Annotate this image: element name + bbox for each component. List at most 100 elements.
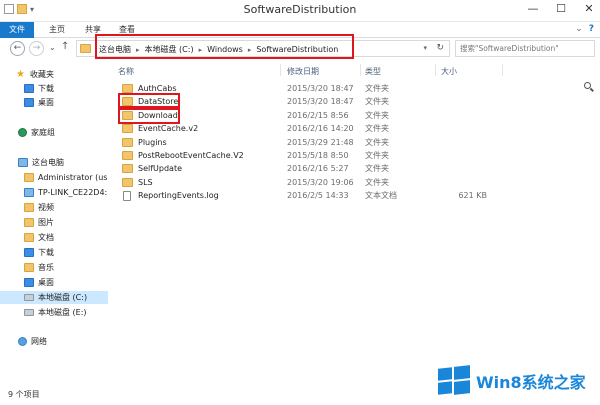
file-date: 2015/3/20 18:47 <box>287 97 354 107</box>
nav-label: 音乐 <box>38 263 54 272</box>
nav-network[interactable]: 网络 <box>18 335 47 348</box>
nav-label: 本地磁盘 (E:) <box>38 308 87 317</box>
desktop-icon <box>24 98 34 107</box>
nav-homegroup[interactable]: 家庭组 <box>18 126 55 139</box>
star-icon: ★ <box>16 68 25 80</box>
file-date: 2016/2/5 14:33 <box>287 191 349 201</box>
file-row[interactable]: Plugins 2015/3/29 21:48 文件夹 <box>112 136 598 149</box>
column-header-size[interactable]: 大小 <box>441 66 457 77</box>
window-title: SoftwareDistribution <box>243 3 357 16</box>
column-divider[interactable] <box>502 64 503 76</box>
watermark-text: Win8系统之家 <box>476 373 586 392</box>
item-count: 9 个项目 <box>8 390 40 399</box>
file-type: 文件夹 <box>365 84 389 93</box>
music-icon <box>24 263 34 272</box>
ribbon-expand-icon[interactable]: ⌄ <box>575 24 583 34</box>
nav-pc-item[interactable]: 视频 <box>24 201 54 214</box>
file-name-cell[interactable]: ReportingEvents.log <box>122 189 219 202</box>
folder-icon <box>80 44 91 53</box>
nav-fav-downloads[interactable]: 下载 <box>24 82 54 95</box>
network-device-icon <box>24 188 34 197</box>
column-header-modified[interactable]: 修改日期 <box>287 66 319 77</box>
file-name: PostRebootEventCache.V2 <box>138 151 244 160</box>
file-name-cell[interactable]: DataStore <box>122 95 178 108</box>
column-divider[interactable] <box>360 64 361 76</box>
file-name: SelfUpdate <box>138 164 183 174</box>
file-date: 2015/3/29 21:48 <box>287 137 354 147</box>
file-row[interactable]: DataStore 2015/3/20 18:47 文件夹 <box>112 95 598 108</box>
watermark: Win8系统之家 <box>436 364 586 398</box>
nav-pc-item[interactable]: Administrator (use <box>24 171 108 184</box>
maximize-button[interactable]: ☐ <box>554 2 568 15</box>
file-date: 2015/3/20 18:47 <box>287 84 354 93</box>
minimize-button[interactable]: — <box>526 2 540 15</box>
folder-icon <box>122 151 133 160</box>
nav-favorites[interactable]: ★ 收藏夹 <box>16 68 54 81</box>
recent-locations-button[interactable]: ⌄ <box>49 43 56 52</box>
file-row[interactable]: EventCache.v2 2016/2/16 14:20 文件夹 <box>112 122 598 135</box>
file-name-cell[interactable]: SelfUpdate <box>122 162 182 175</box>
window-controls: — ☐ ✕ <box>526 2 596 15</box>
drive-icon <box>24 309 34 316</box>
folder-icon <box>122 84 133 93</box>
nav-pc-item[interactable]: TP-LINK_CE22D4:1 <box>24 186 108 199</box>
nav-pc-item[interactable]: 桌面 <box>24 276 54 289</box>
file-name-cell[interactable]: Plugins <box>122 136 167 149</box>
folder-icon <box>122 97 133 107</box>
file-date: 2015/5/18 8:50 <box>287 151 349 160</box>
nav-fav-desktop[interactable]: 桌面 <box>24 96 54 109</box>
file-row[interactable]: SelfUpdate 2016/2/16 5:27 文件夹 <box>112 162 598 175</box>
file-name: DataStore <box>138 97 179 107</box>
file-name: ReportingEvents.log <box>138 191 219 201</box>
file-row[interactable]: PostRebootEventCache.V2 2015/5/18 8:50 文件夹 <box>112 149 598 162</box>
file-type: 文件夹 <box>365 124 389 134</box>
tab-home[interactable]: 主页 <box>42 22 72 38</box>
address-highlight-box <box>95 34 354 59</box>
file-name-cell[interactable]: PostRebootEventCache.V2 <box>122 149 244 162</box>
file-name: AuthCabs <box>138 84 177 93</box>
back-button[interactable]: ← <box>10 41 25 56</box>
folder-icon <box>122 177 133 187</box>
homegroup-icon <box>18 128 27 137</box>
file-name: EventCache.v2 <box>138 124 199 134</box>
nav-pc-item[interactable]: 下载 <box>24 246 54 259</box>
file-type: 文件夹 <box>365 137 389 147</box>
nav-pc-item-selected[interactable]: 本地磁盘 (C:) <box>0 291 108 304</box>
computer-icon <box>18 158 28 167</box>
folder-icon <box>122 124 133 134</box>
folder-icon <box>122 110 133 120</box>
help-icon[interactable]: ? <box>589 24 594 34</box>
nav-pc-item[interactable]: 音乐 <box>24 261 54 274</box>
nav-this-pc[interactable]: 这台电脑 <box>18 156 64 169</box>
tab-file[interactable]: 文件 <box>0 22 34 38</box>
close-button[interactable]: ✕ <box>582 2 596 15</box>
file-row[interactable]: ReportingEvents.log 2016/2/5 14:33 文本文档 621… <box>112 189 598 202</box>
ribbon-controls: ⌄ ? <box>575 24 594 34</box>
navigation-pane: ★ 收藏夹 下载 桌面 家庭组 这台电脑 Administrator (use T… <box>0 60 108 385</box>
column-header-name[interactable]: 名称 <box>118 66 134 77</box>
refresh-icon[interactable]: ↻ <box>436 43 444 53</box>
nav-pc-item[interactable]: 本地磁盘 (E:) <box>24 306 87 319</box>
column-divider[interactable] <box>435 64 436 76</box>
address-dropdown-icon[interactable]: ▾ <box>423 44 427 52</box>
file-row[interactable]: Download 2016/2/15 8:56 文件夹 <box>112 109 598 122</box>
file-type: 文件夹 <box>365 151 389 160</box>
column-divider[interactable] <box>280 64 281 76</box>
forward-button[interactable]: → <box>29 41 44 56</box>
text-document-icon <box>123 190 131 201</box>
file-name-cell[interactable]: EventCache.v2 <box>122 122 198 135</box>
file-name-cell[interactable]: SLS <box>122 176 153 189</box>
column-header-type[interactable]: 类型 <box>365 66 381 77</box>
title-bar: ▾ SoftwareDistribution — ☐ ✕ <box>0 0 600 22</box>
up-button[interactable]: ↑ <box>61 41 69 52</box>
file-row[interactable]: SLS 2015/3/20 19:06 文件夹 <box>112 176 598 189</box>
search-input[interactable]: 搜索"SoftwareDistribution" <box>455 40 595 57</box>
file-list: 名称 修改日期 类型 大小 AuthCabs 2015/3/20 18:47 文件夹… <box>108 60 600 385</box>
nav-pc-item[interactable]: 文档 <box>24 231 54 244</box>
nav-label: 网络 <box>31 337 47 346</box>
file-name-cell[interactable]: Download <box>122 109 178 122</box>
file-row[interactable]: AuthCabs 2015/3/20 18:47 文件夹 <box>112 82 598 95</box>
file-name-cell[interactable]: AuthCabs <box>122 82 176 95</box>
nav-pc-item[interactable]: 图片 <box>24 216 54 229</box>
nav-label: 文档 <box>38 233 54 242</box>
